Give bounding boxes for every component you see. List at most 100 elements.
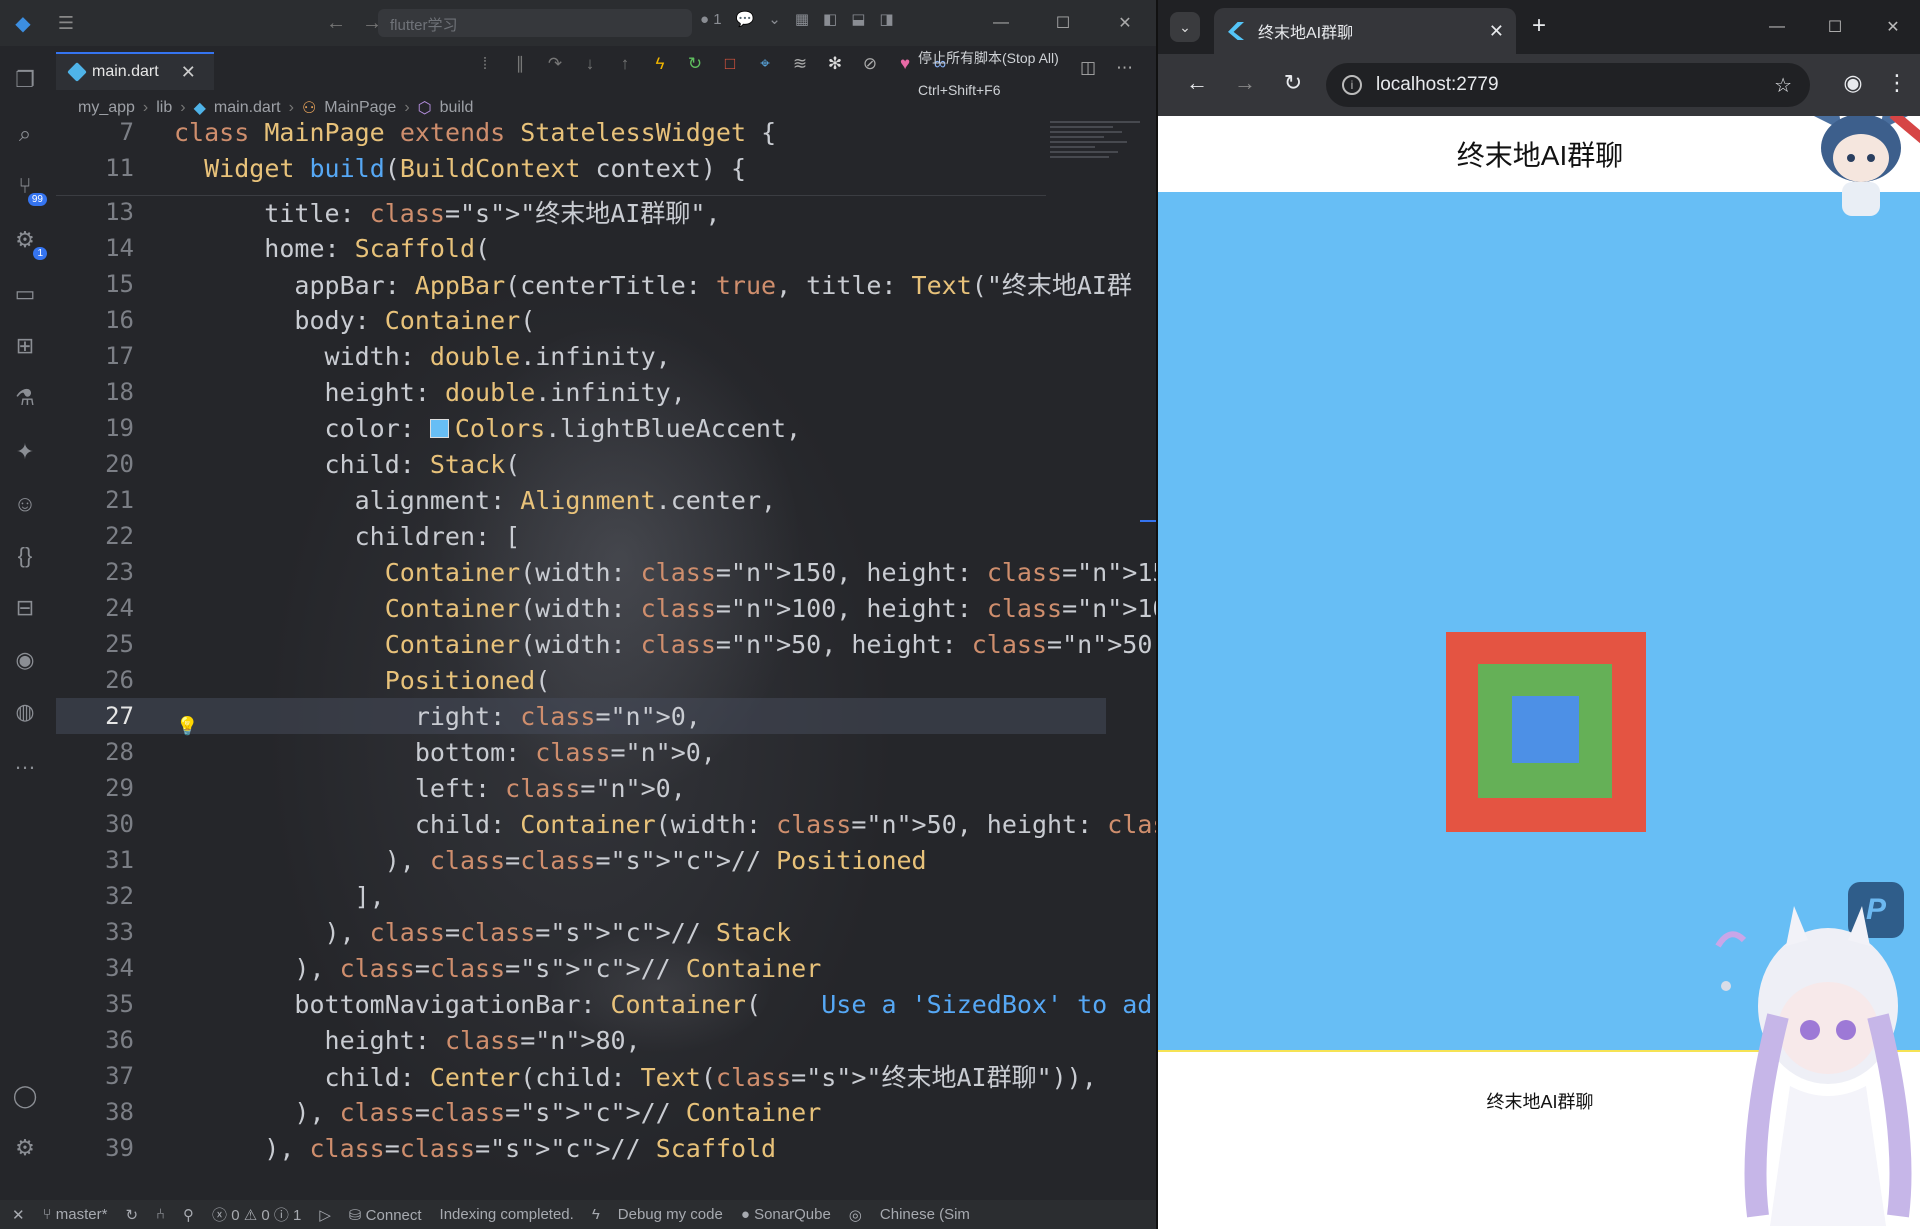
code-line[interactable]: 13 title: class="s">"终末地AI群聊", — [56, 194, 1106, 230]
step-over-icon[interactable]: ↷ — [546, 54, 564, 74]
extensions-icon[interactable]: ⊞ — [9, 330, 41, 362]
code-line[interactable]: 32 ], — [56, 878, 1106, 914]
code-line[interactable]: 37 child: Center(child: Text(class="s">"… — [56, 1058, 1106, 1094]
stop-icon[interactable]: □ — [721, 54, 739, 74]
tab-search-button[interactable]: ⌄ — [1170, 12, 1200, 42]
language-status[interactable]: Chinese (Sim — [880, 1206, 970, 1223]
back-arrow-icon[interactable]: ← — [326, 12, 346, 34]
remote-icon[interactable]: ▭ — [9, 278, 41, 310]
lightbulb-icon[interactable]: 💡 — [176, 716, 198, 737]
chat-icon[interactable]: 💬 — [736, 10, 755, 28]
code-editor[interactable]: 7 class MainPage extends StatelessWidget … — [56, 118, 1156, 1194]
source-control-icon[interactable]: ⑂ 99 — [9, 170, 47, 206]
code-line[interactable]: 30 child: Container(width: class="n">50,… — [56, 806, 1156, 842]
problems-status[interactable]: ⓧ 0 ⚠ 0 ⓘ 1 — [212, 1204, 301, 1225]
connect-status[interactable]: ⛁ Connect — [349, 1206, 422, 1224]
git-graph-icon[interactable]: ⑃ — [156, 1206, 165, 1223]
close-icon[interactable]: ✕ — [1094, 0, 1156, 46]
sync-icon[interactable]: ↻ — [125, 1206, 138, 1224]
layout-icon[interactable]: ▦ — [795, 10, 809, 28]
code-line[interactable]: 19 color: Colors.lightBlueAccent, — [56, 410, 1106, 446]
sonarqube-status[interactable]: ● SonarQube — [741, 1206, 831, 1223]
minimize-icon[interactable]: — — [1748, 0, 1806, 54]
remote-status-icon[interactable]: ✕ — [12, 1206, 25, 1224]
heart-icon[interactable]: ♥ — [896, 54, 914, 74]
account-icon[interactable]: ◯ — [9, 1080, 41, 1112]
step-into-icon[interactable]: ↓ — [581, 54, 599, 74]
eye-icon[interactable]: ◎ — [849, 1206, 862, 1224]
panel-left-icon[interactable]: ◧ — [823, 10, 837, 28]
branch-status[interactable]: ⑂ master* — [43, 1206, 108, 1223]
forward-arrow-icon[interactable]: → — [1230, 70, 1260, 96]
site-info-icon[interactable]: i — [1342, 75, 1362, 95]
code-line[interactable]: 36 height: class="n">80, — [56, 1022, 1106, 1058]
code-line[interactable]: 15 appBar: AppBar(centerTitle: true, tit… — [56, 266, 1132, 302]
testing-icon[interactable]: ⚗ — [9, 382, 41, 414]
address-bar[interactable]: i localhost:2779 ☆ — [1326, 63, 1810, 107]
tab-close-icon[interactable]: ✕ — [181, 62, 196, 83]
code-line[interactable]: 29 left: class="n">0, — [56, 770, 1106, 806]
search-icon[interactable]: ⌕ — [9, 118, 41, 150]
code-line[interactable]: 26 Positioned( — [56, 662, 1106, 698]
minimap[interactable] — [1050, 118, 1140, 218]
more-icon[interactable]: … — [9, 746, 41, 778]
code-line[interactable]: 18 height: double.infinity, — [56, 374, 1106, 410]
panel-bottom-icon[interactable]: ⬓ — [851, 10, 865, 28]
tab-close-icon[interactable]: ✕ — [1489, 21, 1504, 42]
flutter-icon[interactable]: ✦ — [9, 436, 41, 468]
code-line[interactable]: 34 ), class=class="s">"c">// Container — [56, 950, 1106, 986]
code-line[interactable]: 24 Container(width: class="n">100, heigh… — [56, 590, 1156, 626]
close-icon[interactable]: ✕ — [1864, 0, 1920, 54]
octocat-icon[interactable]: ◍ — [9, 696, 41, 728]
inspect-icon[interactable]: ⌖ — [756, 54, 774, 74]
ports-icon[interactable]: ⚲ — [183, 1206, 194, 1224]
chevron-down-icon[interactable]: ⌄ — [768, 10, 781, 28]
split-editor-icon[interactable]: ◫ — [1080, 58, 1096, 78]
code-line[interactable]: 33 ), class=class="s">"c">// Stack — [56, 914, 1106, 950]
floating-p-button[interactable]: P — [1848, 882, 1904, 938]
maximize-icon[interactable]: ☐ — [1806, 0, 1864, 54]
reload-icon[interactable]: ↻ — [1278, 70, 1308, 96]
more-actions-icon[interactable]: ⋯ — [1116, 58, 1133, 78]
hierarchy-icon[interactable]: ⊟ — [9, 592, 41, 624]
debug-icon[interactable]: ⚙ 1 — [9, 224, 47, 260]
drag-handle-icon[interactable]: ⁞ — [476, 54, 494, 74]
run-icon[interactable]: ▷ — [319, 1206, 331, 1224]
browser-tab[interactable]: 终末地AI群聊 ✕ — [1214, 8, 1516, 54]
code-line[interactable]: 38 ), class=class="s">"c">// Container — [56, 1094, 1106, 1130]
explorer-icon[interactable]: ❐ — [9, 64, 41, 96]
code-line[interactable]: 17 width: double.infinity, — [56, 338, 1106, 374]
openai-icon[interactable]: ✻ — [826, 54, 844, 74]
settings-gear-icon[interactable]: ⚙ — [9, 1132, 41, 1164]
code-line[interactable]: 25 Container(width: class="n">50, height… — [56, 626, 1156, 662]
new-tab-button[interactable]: + — [1532, 12, 1546, 40]
kebab-menu-icon[interactable]: ⋮ — [1882, 70, 1912, 96]
panel-right-icon[interactable]: ◨ — [879, 10, 893, 28]
code-line[interactable]: 27 right: class="n">0, — [56, 698, 1106, 734]
code-line[interactable]: 11 Widget build(BuildContext context) { — [56, 150, 1106, 186]
code-line[interactable]: 28 bottom: class="n">0, — [56, 734, 1106, 770]
code-line[interactable]: 14 home: Scaffold( — [56, 230, 1106, 266]
code-line[interactable]: 23 Container(width: class="n">150, heigh… — [56, 554, 1156, 590]
step-out-icon[interactable]: ↑ — [616, 54, 634, 74]
command-search-input[interactable]: flutter学习 — [378, 9, 692, 37]
code-line[interactable]: 16 body: Container( — [56, 302, 1106, 338]
maximize-icon[interactable]: ☐ — [1032, 0, 1094, 46]
minimize-icon[interactable]: — — [970, 0, 1032, 46]
copilot-icon[interactable]: ☺ — [9, 488, 41, 520]
code-line[interactable]: 31 ), class=class="s">"c">// Positioned — [56, 842, 1106, 878]
lightning-icon[interactable]: ϟ — [592, 1206, 600, 1223]
restart-icon[interactable]: ↻ — [686, 54, 704, 74]
tab-main-dart[interactable]: main.dart ✕ — [56, 52, 214, 90]
code-line[interactable]: 35 bottomNavigationBar: Container( Use a… — [56, 986, 1152, 1022]
code-line[interactable]: 21 alignment: Alignment.center, — [56, 482, 1106, 518]
bookmark-star-icon[interactable]: ☆ — [1774, 73, 1792, 98]
github-icon[interactable]: ◉ — [9, 644, 41, 676]
pause-icon[interactable]: ∥ — [511, 54, 529, 74]
eye-off-icon[interactable]: ⊘ — [861, 54, 879, 74]
code-line[interactable]: 22 children: [ — [56, 518, 1106, 554]
color-swatch[interactable] — [429, 418, 449, 438]
menu-icon[interactable]: ☰ — [46, 13, 86, 34]
debug-my-code-status[interactable]: Debug my code — [618, 1206, 723, 1223]
profile-icon[interactable]: ◉ — [1838, 70, 1868, 96]
